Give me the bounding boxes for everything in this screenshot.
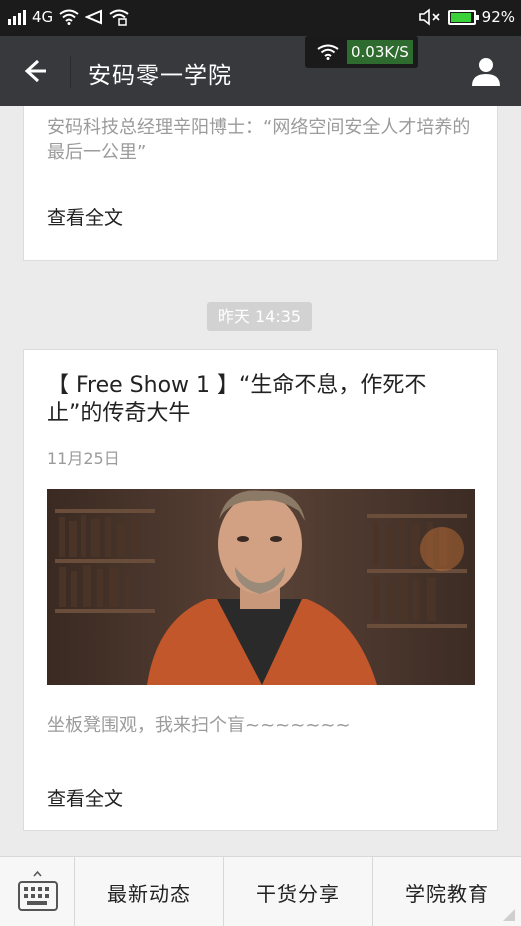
send-icon: [85, 9, 103, 25]
menu-item-latest-news[interactable]: 最新动态: [75, 857, 224, 926]
net-speed-overlay: 0.03K/S: [305, 36, 418, 68]
battery-percent: 92%: [481, 8, 515, 26]
battery-icon: [447, 9, 479, 25]
header-divider: [70, 56, 71, 88]
network-type: 4G: [32, 8, 54, 26]
person-icon[interactable]: [469, 54, 503, 88]
battery-fill: [450, 12, 471, 22]
mute-icon: [418, 8, 440, 26]
keyboard-toggle-button[interactable]: [0, 857, 75, 926]
message-feed[interactable]: 安码科技总经理辛阳博士：“网络空间安全人才培养的最后一公里” 查看全文 昨天 1…: [0, 106, 521, 856]
status-right: 92%: [418, 8, 515, 26]
article-card[interactable]: 安码科技总经理辛阳博士：“网络空间安全人才培养的最后一公里” 查看全文: [23, 106, 498, 261]
read-full-article-link[interactable]: 查看全文: [47, 784, 123, 811]
wifi-lock-icon: [109, 9, 129, 26]
keyboard-icon: [18, 870, 58, 911]
read-full-article-link[interactable]: 查看全文: [47, 203, 123, 230]
bottom-menu-bar: 最新动态 干货分享 学院教育: [0, 856, 521, 926]
net-speed-value: 0.03K/S: [347, 40, 413, 64]
arrow-left-icon[interactable]: [16, 54, 50, 88]
article-summary: 安码科技总经理辛阳博士：“网络空间安全人才培养的最后一公里”: [47, 117, 471, 163]
signal-icon: [8, 9, 26, 25]
status-bar: 4G 92%: [0, 0, 521, 36]
status-left: 4G: [8, 8, 129, 26]
article-cover-image[interactable]: [47, 489, 475, 685]
wifi-icon: [317, 44, 339, 60]
article-summary: 坐板凳围观，我来扫个盲~~~~~~~: [47, 715, 351, 736]
article-date: 11月25日: [47, 449, 120, 468]
article-headline[interactable]: 【 Free Show 1 】“生命不息，作死不止”的传奇大牛: [47, 372, 477, 428]
submenu-indicator-icon: [503, 909, 515, 921]
article-card[interactable]: 【 Free Show 1 】“生命不息，作死不止”的传奇大牛 11月25日 坐…: [23, 349, 498, 831]
timestamp-badge: 昨天 14:35: [207, 302, 312, 331]
menu-item-resource-share[interactable]: 干货分享: [224, 857, 373, 926]
page-title: 安码零一学院: [88, 63, 232, 89]
menu-item-academy-education[interactable]: 学院教育: [373, 857, 521, 926]
wifi-icon: [59, 9, 79, 25]
menu-item-label: 学院教育: [405, 881, 489, 906]
app-header: 安码零一学院: [0, 36, 521, 106]
